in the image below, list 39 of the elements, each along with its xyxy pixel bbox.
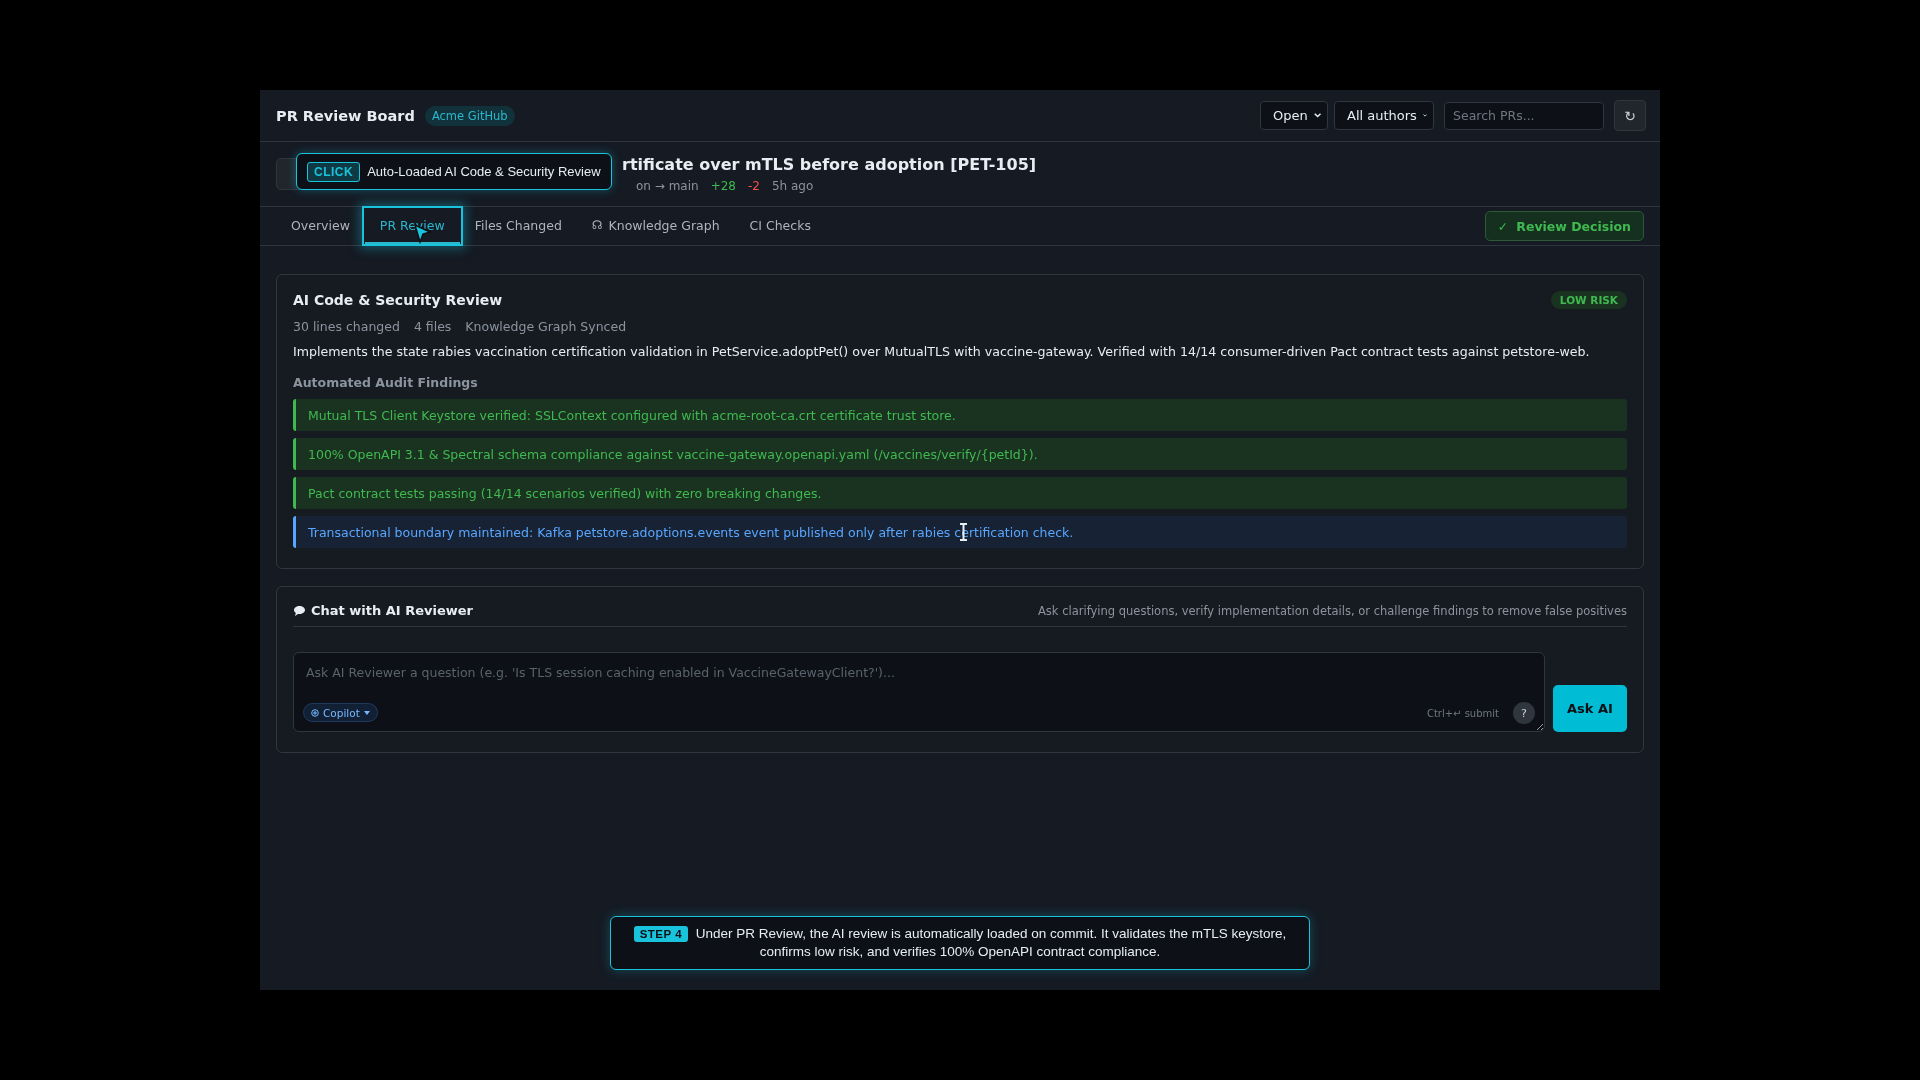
tab[interactable]: Files Changed — [459, 208, 577, 244]
app-title: PR Review Board — [276, 107, 415, 124]
pr-age: 5h ago — [771, 179, 814, 193]
review-stat: Knowledge Graph Synced — [465, 319, 627, 334]
card-title: AI Code & Security Review — [293, 292, 503, 308]
shortcut-hint: Ctrl+↵ submit — [1426, 708, 1499, 719]
findings-heading: Automated Audit Findings — [293, 375, 479, 390]
audit-finding: Pact contract tests passing (14/14 scenarios verified) with zero breaking changes. — [293, 477, 1627, 509]
additions-count: +28 — [710, 179, 736, 193]
speech-bubble-icon — [293, 604, 306, 617]
status-dropdown[interactable]: Open — [1260, 101, 1328, 130]
chevron-down-icon — [1422, 112, 1427, 119]
risk-badge: LOW RISK — [1550, 291, 1627, 309]
deletions-count: -2 — [747, 179, 760, 193]
author-dropdown[interactable]: All authors — [1334, 101, 1434, 130]
chat-title: Chat with AI Reviewer — [311, 603, 473, 618]
callout-text: Auto-Loaded AI Code & Security Review — [367, 164, 601, 179]
plus-circle-icon — [311, 708, 319, 717]
step-text: STEP 4 Under PR Review, the AI review is automatically loaded on commit. It validates the mTLS keystore, confirms low risk, and verifies 100% OpenAPI contract compliance. — [631, 925, 1289, 961]
tab[interactable]: ☊ Knowledge Graph — [576, 208, 735, 244]
ask-ai-button[interactable]: Ask AI — [1553, 685, 1627, 732]
audit-finding: 100% OpenAPI 3.1 & Spectral schema compliance against vaccine-gateway.openapi.yaml (/vaccines/verify/{petId}). — [293, 438, 1627, 470]
review-stat: 30 lines changed — [293, 319, 400, 334]
refresh-button[interactable]: ↻ — [1614, 100, 1646, 131]
branch-label: on → main — [636, 179, 699, 193]
click-tag: CLICK — [307, 161, 361, 182]
model-selector[interactable]: Copilot — [303, 703, 378, 722]
review-summary: Implements the state rabies vaccination certification validation in PetService.adoptPet() over MutualTLS with vaccine-gateway. Verified with 14/14 consumer-driven Pact contract tests against petstore-web. — [293, 343, 1591, 361]
search-field[interactable]: Search PRs... — [1444, 101, 1604, 130]
pr-title: rtificate over mTLS before adoption [PET-105] — [622, 155, 1037, 174]
tab[interactable]: Overview — [276, 208, 365, 244]
org-badge: Acme GitHub — [424, 105, 515, 126]
caret-icon — [363, 710, 370, 715]
review-decision-button[interactable]: ✓ Review Decision — [1484, 211, 1644, 241]
audit-finding: Mutual TLS Client Keystore verified: SSLContext configured with acme-root-ca.crt certificate trust store. — [293, 399, 1627, 431]
chat-hint: Ask clarifying questions, verify implementation details, or challenge findings to remove false positives — [1038, 603, 1627, 618]
tab[interactable]: CI Checks — [734, 208, 826, 244]
review-stat: 4 files — [413, 319, 452, 334]
chevron-down-icon — [1313, 112, 1321, 119]
